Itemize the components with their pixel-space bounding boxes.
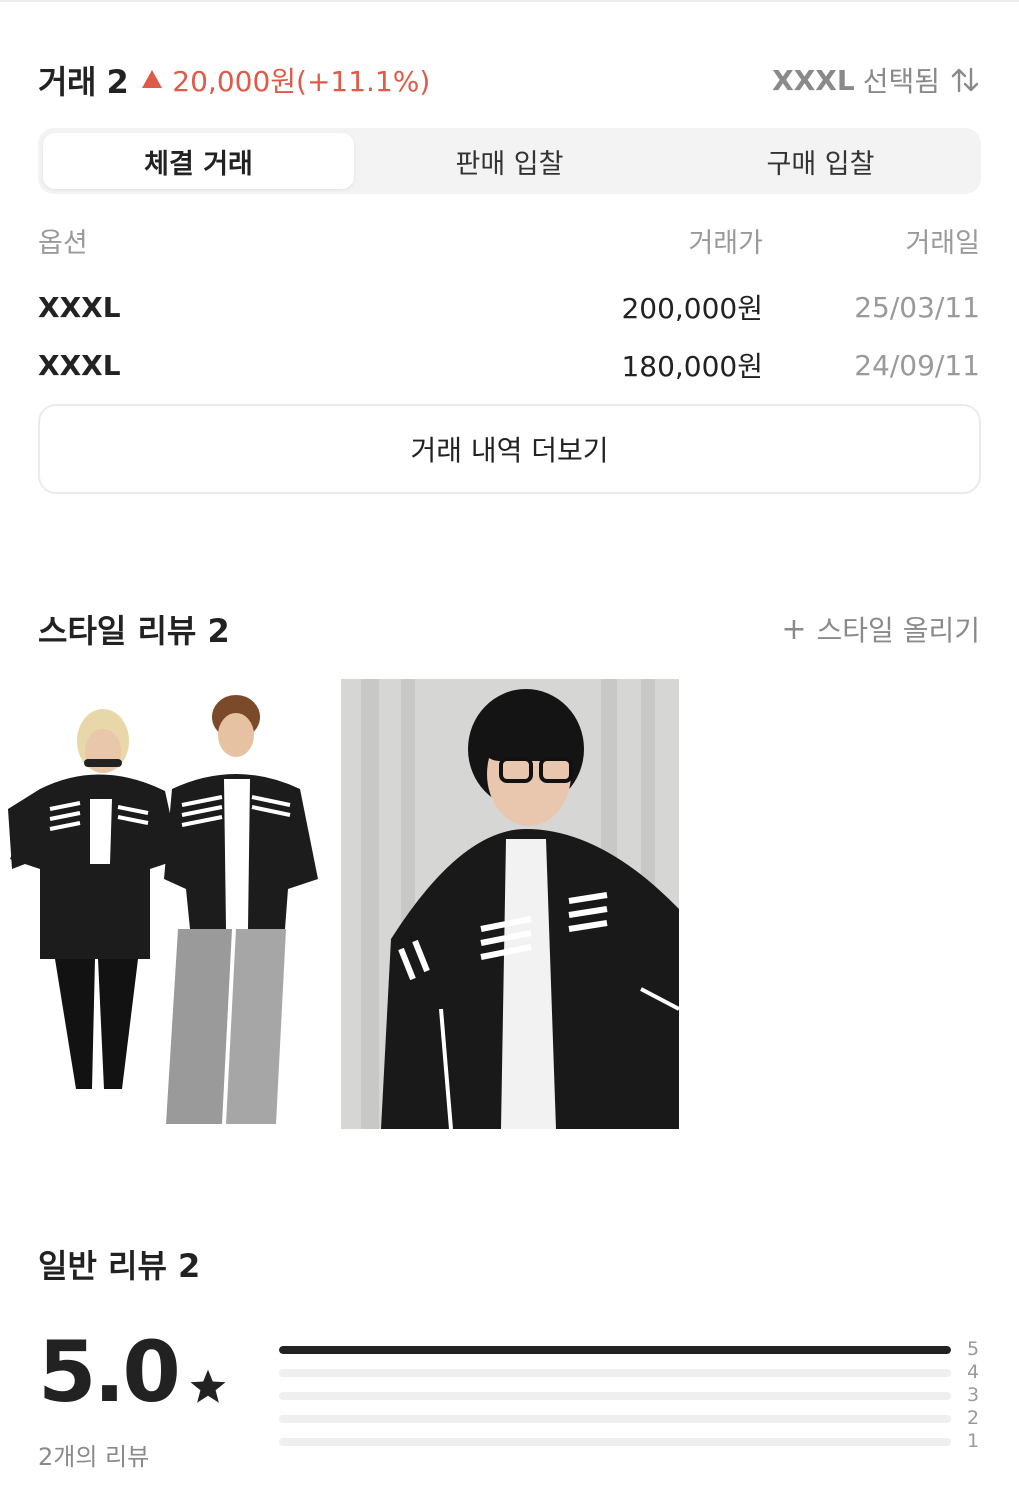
rating-bar-fill xyxy=(279,1346,951,1354)
style-photo-couple[interactable] xyxy=(0,679,338,1129)
size-selector[interactable]: XXXL 선택됨 xyxy=(772,60,980,100)
table-row: XXXL 200,000원 25/03/11 xyxy=(38,278,980,336)
review-count: 2개의 리뷰 xyxy=(38,1443,150,1471)
style-photo-model[interactable] xyxy=(341,679,679,1129)
row-date: 25/03/11 xyxy=(854,290,980,324)
upload-style-button[interactable]: + 스타일 올리기 xyxy=(781,609,980,649)
general-review-title: 일반 리뷰 2 xyxy=(38,1247,201,1285)
rating-bar-row: 1 xyxy=(279,1430,980,1455)
tab-sell-bids[interactable]: 판매 입찰 xyxy=(354,133,665,189)
star-icon xyxy=(190,1369,226,1403)
rating-bar-track xyxy=(279,1415,951,1423)
header-price: 거래가 xyxy=(688,227,763,259)
up-arrow-icon xyxy=(142,70,163,88)
selected-size: XXXL xyxy=(772,63,855,97)
rating-bar-row: 2 xyxy=(279,1407,980,1432)
trade-tabs: 체결 거래 판매 입찰 구매 입찰 xyxy=(38,128,981,194)
rating-bar-track xyxy=(279,1346,951,1354)
rating-bar-row: 5 xyxy=(279,1338,980,1363)
style-review-header: 스타일 리뷰 2 + 스타일 올리기 xyxy=(38,605,980,653)
rating-bar-label: 3 xyxy=(967,1384,980,1406)
row-price: 200,000원 xyxy=(621,292,763,325)
price-change-text: 20,000원(+11.1%) xyxy=(172,65,431,98)
rating-bar-track xyxy=(279,1392,951,1400)
style-review-title: 스타일 리뷰 2 xyxy=(38,612,230,650)
tab-buy-bids[interactable]: 구매 입찰 xyxy=(665,133,976,189)
row-date: 24/09/11 xyxy=(854,348,980,382)
rating-bar-track xyxy=(279,1438,951,1446)
row-price: 180,000원 xyxy=(621,350,763,383)
rating-bar-label: 5 xyxy=(967,1338,980,1360)
rating-bar-track xyxy=(279,1369,951,1377)
upload-style-label: 스타일 올리기 xyxy=(816,614,980,647)
sort-arrows-icon xyxy=(951,67,979,93)
row-option: XXXL xyxy=(38,290,121,324)
rating-bar-row: 4 xyxy=(279,1361,980,1386)
price-change: 20,000원(+11.1%) xyxy=(142,60,430,100)
plus-icon: + xyxy=(781,611,807,647)
row-option: XXXL xyxy=(38,348,121,382)
photo-couple-image xyxy=(0,679,338,1129)
tab-executed[interactable]: 체결 거래 xyxy=(43,133,354,189)
rating-bar-label: 1 xyxy=(967,1430,980,1452)
trade-title: 거래 2 xyxy=(38,63,129,101)
header-date: 거래일 xyxy=(905,227,980,259)
more-trades-button[interactable]: 거래 내역 더보기 xyxy=(38,404,981,494)
top-divider xyxy=(0,0,1019,2)
rating-bar-label: 2 xyxy=(967,1407,980,1429)
trade-table: 옵션 거래가 거래일 XXXL 200,000원 25/03/11 XXXL 1… xyxy=(38,220,980,394)
selected-suffix: 선택됨 xyxy=(862,65,940,98)
trade-header: 거래 2 20,000원(+11.1%) XXXL 선택됨 xyxy=(38,58,980,102)
general-review-header: 일반 리뷰 2 xyxy=(38,1240,200,1288)
photo-model-image xyxy=(341,679,679,1129)
table-header: 옵션 거래가 거래일 xyxy=(38,220,980,260)
table-row: XXXL 180,000원 24/09/11 xyxy=(38,336,980,394)
rating-bar-label: 4 xyxy=(967,1361,980,1383)
rating-score: 5.0 xyxy=(38,1323,181,1421)
header-option: 옵션 xyxy=(38,227,88,259)
rating-distribution: 5 4 3 2 1 xyxy=(279,1338,980,1455)
rating-bar-row: 3 xyxy=(279,1384,980,1409)
rating-summary: 5.0 xyxy=(38,1330,228,1414)
